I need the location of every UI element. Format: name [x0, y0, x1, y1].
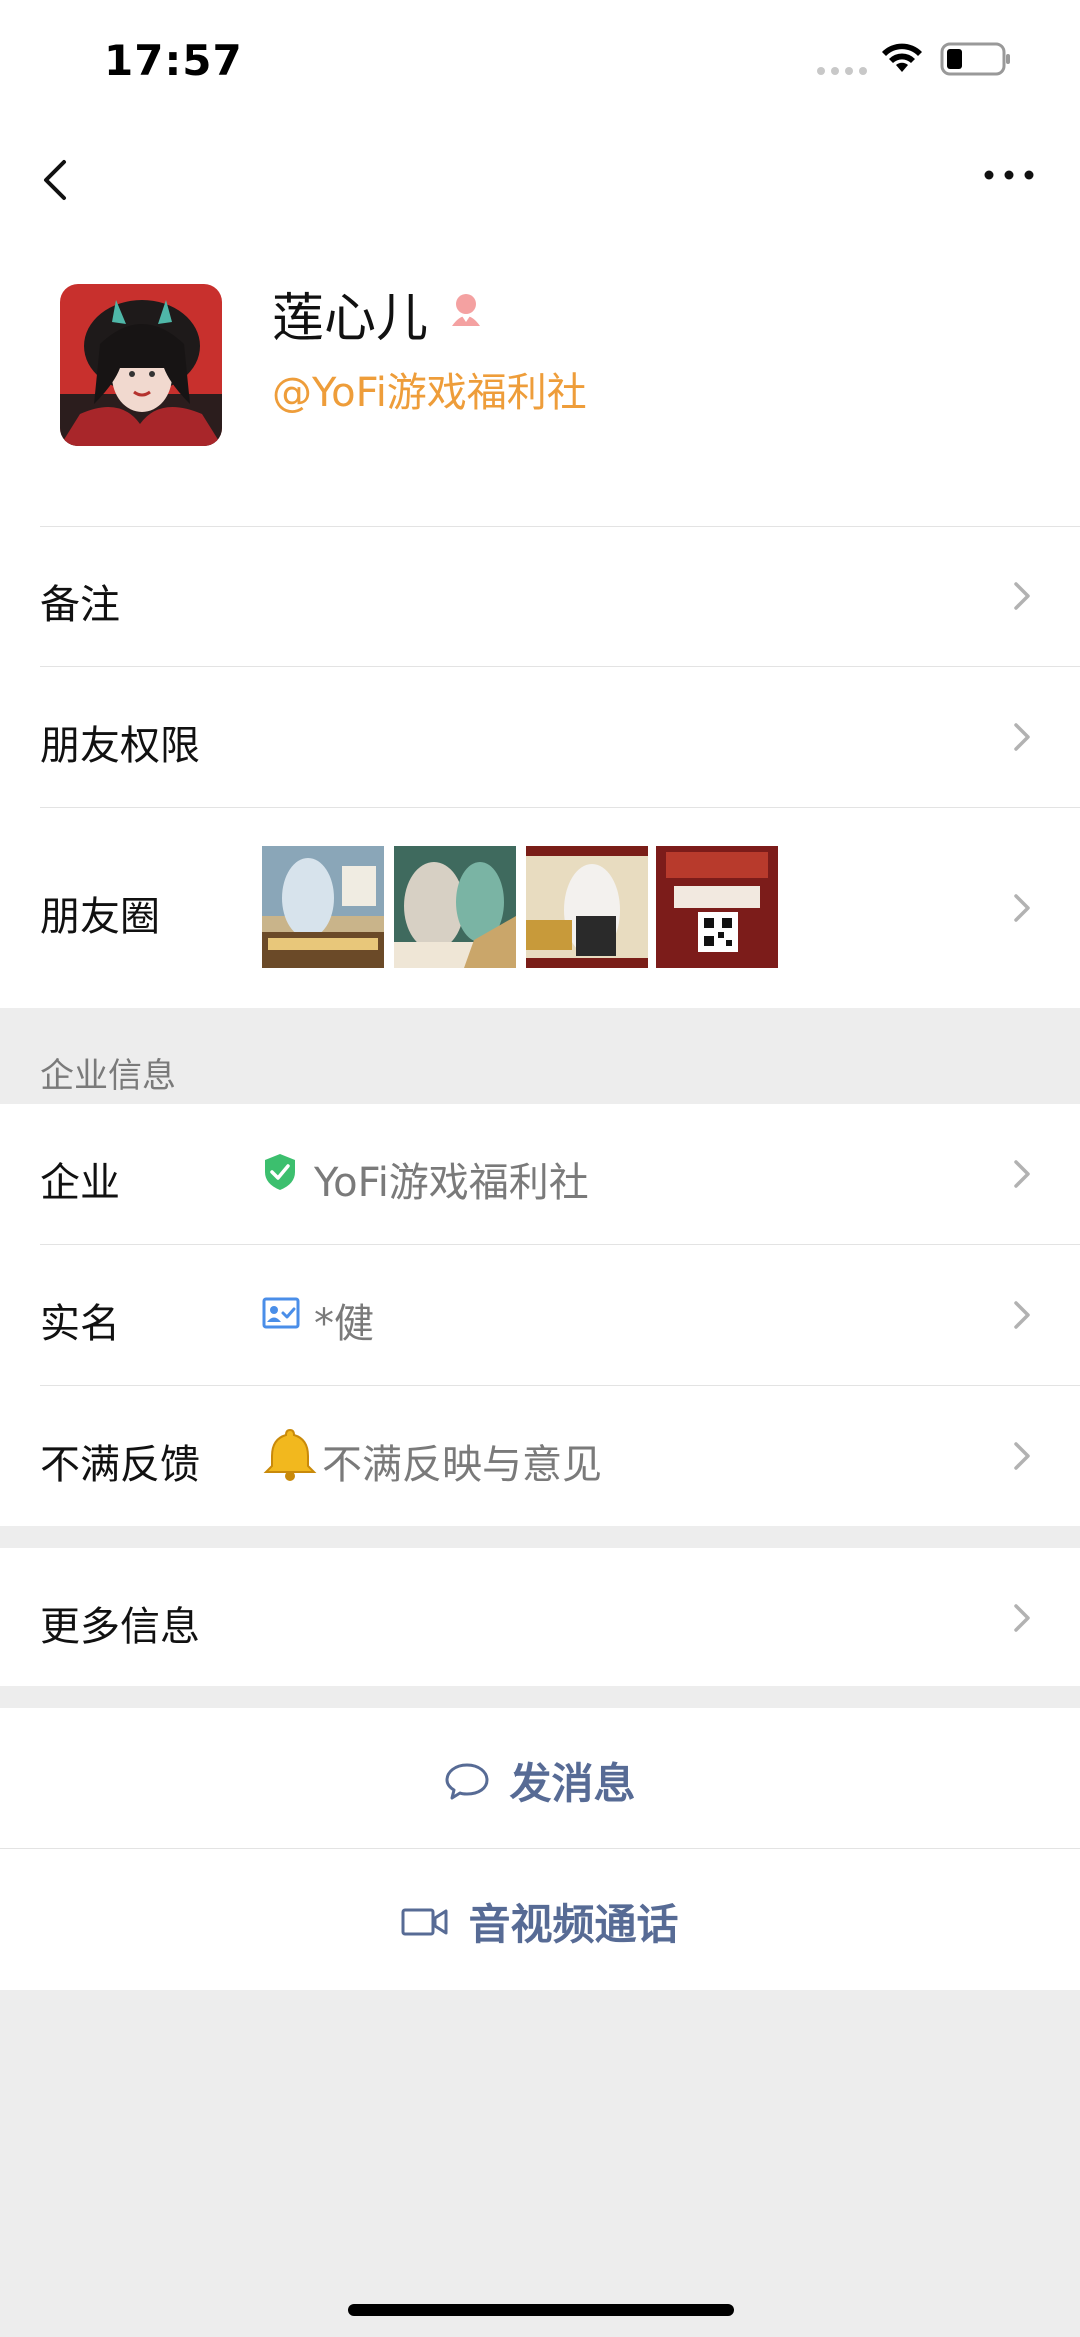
organization-handle: @YoFi游戏福利社: [272, 370, 587, 416]
moments-thumbnail-image: [394, 846, 516, 968]
profile-header: 莲心儿 @YoFi游戏福利社: [0, 120, 1080, 526]
more-options-icon[interactable]: [982, 160, 1036, 190]
chevron-right-icon: [1014, 1442, 1030, 1470]
back-icon[interactable]: [36, 150, 76, 210]
remark-label: 备注: [40, 582, 120, 628]
chevron-right-icon: [1014, 1160, 1030, 1188]
battery-icon: [940, 42, 1010, 76]
company-value: YoFi游戏福利社: [314, 1160, 589, 1206]
send-message-label: 发消息: [509, 1759, 636, 1808]
avatar-image: [60, 284, 222, 446]
video-camera-icon: [401, 1908, 448, 1935]
more-info-row[interactable]: 更多信息: [0, 1548, 1080, 1686]
enterprise-section-caption: 企业信息: [40, 1056, 176, 1096]
moments-thumbnail[interactable]: [656, 846, 778, 968]
enterprise-info-section: 企业 YoFi游戏福利社 实名 *健 不满反馈 不满反映与意见: [0, 1104, 1080, 1526]
id-card-icon: [262, 1297, 300, 1329]
moments-thumbnail[interactable]: [262, 846, 384, 968]
real-name-label: 实名: [40, 1301, 120, 1347]
status-bar: 17:57: [0, 0, 1080, 120]
profile-name: 莲心儿: [272, 289, 429, 349]
complaint-feedback-row[interactable]: 不满反馈 不满反映与意见: [0, 1386, 1080, 1526]
video-call-button[interactable]: 音视频通话: [0, 1849, 1080, 1990]
bell-icon: [263, 1428, 317, 1481]
moments-thumbnail-image: [526, 846, 648, 968]
friend-permissions-label: 朋友权限: [40, 723, 200, 769]
video-call-label: 音视频通话: [468, 1900, 679, 1949]
complaint-feedback-label: 不满反馈: [40, 1442, 200, 1488]
company-row[interactable]: 企业 YoFi游戏福利社: [0, 1104, 1080, 1244]
chat-bubble-icon: [445, 1763, 489, 1799]
chevron-right-icon: [1014, 1604, 1030, 1632]
chevron-right-icon: [1014, 1301, 1030, 1329]
moments-thumbnail[interactable]: [526, 846, 648, 968]
real-name-value: *健: [314, 1301, 374, 1347]
complaint-feedback-value: 不满反映与意见: [322, 1442, 602, 1488]
moments-thumbnail[interactable]: [394, 846, 516, 968]
send-message-button[interactable]: 发消息: [0, 1708, 1080, 1848]
verified-shield-icon: [265, 1154, 295, 1190]
actions-section: 发消息 音视频通话: [0, 1708, 1080, 1990]
company-label: 企业: [40, 1160, 120, 1206]
remark-row[interactable]: 备注: [0, 526, 1080, 666]
female-icon: [452, 294, 480, 326]
moments-thumbnail-image: [656, 846, 778, 968]
real-name-row[interactable]: 实名 *健: [0, 1245, 1080, 1385]
more-info-label: 更多信息: [40, 1604, 200, 1650]
more-info-section: 更多信息: [0, 1548, 1080, 1686]
chevron-right-icon: [1014, 894, 1030, 922]
cellular-signal-icon: [817, 67, 867, 75]
wifi-icon: [882, 43, 922, 72]
chevron-right-icon: [1014, 723, 1030, 751]
avatar[interactable]: [60, 284, 222, 446]
friend-permissions-row[interactable]: 朋友权限: [0, 667, 1080, 807]
moments-thumbnail-image: [262, 846, 384, 968]
home-indicator[interactable]: [348, 2304, 734, 2316]
chevron-right-icon: [1014, 582, 1030, 610]
moments-label: 朋友圈: [40, 894, 160, 940]
status-time: 17:57: [104, 36, 243, 85]
